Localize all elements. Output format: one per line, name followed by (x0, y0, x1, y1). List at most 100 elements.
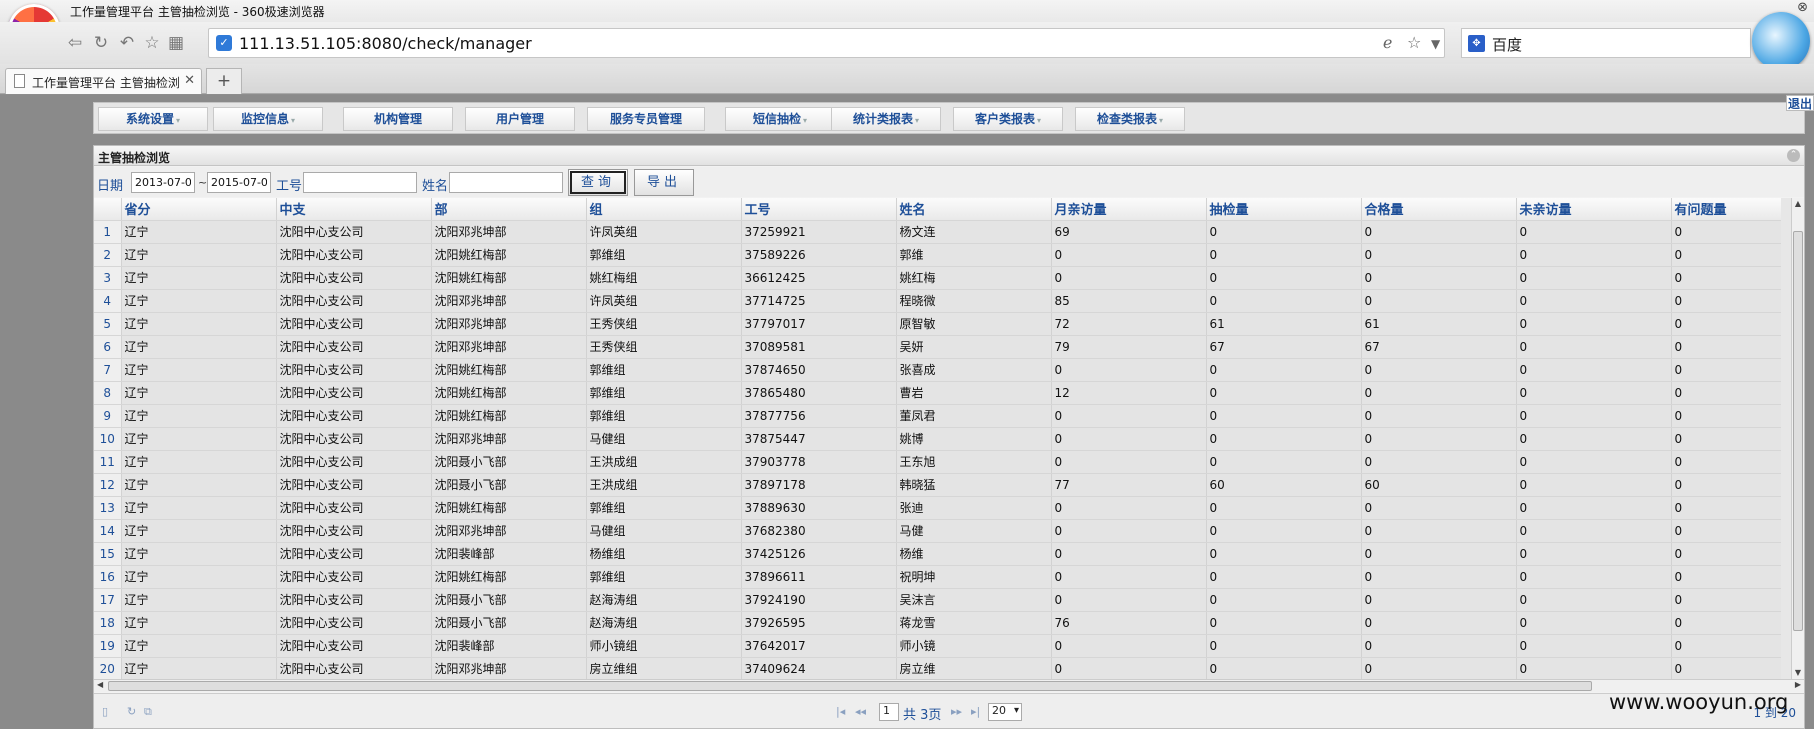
bird-icon[interactable] (1752, 12, 1810, 70)
date-from-input[interactable] (131, 172, 195, 193)
menu-sms-check[interactable]: 短信抽检 ▾ (725, 107, 835, 131)
scroll-left-icon[interactable]: ◀ (97, 680, 103, 689)
close-icon[interactable]: ⊗ (1797, 0, 1808, 15)
column-header[interactable]: 组 (586, 198, 742, 221)
table-row[interactable]: 6 辽宁 沈阳中心支公司 沈阳邓兆坤部 王秀侠组 37089581 吴妍 79 67 67 0 0 (94, 335, 1781, 359)
undo-icon[interactable]: ↶ (116, 32, 138, 54)
table-row[interactable]: 17 辽宁 沈阳中心支公司 沈阳聂小飞部 赵海涛组 37924190 吴沫言 0 0 0 0 0 (94, 588, 1781, 612)
page-icon[interactable]: ▯ (102, 705, 108, 718)
menu-service-staff[interactable]: 服务专员管理 (587, 107, 705, 131)
table-row[interactable]: 5 辽宁 沈阳中心支公司 沈阳邓兆坤部 王秀侠组 37797017 原智敏 72 61 61 0 0 (94, 312, 1781, 336)
table-cell: 沈阳中心支公司 (276, 220, 432, 244)
hscroll-thumb[interactable] (108, 681, 1592, 691)
export-button[interactable]: 导出 (634, 169, 694, 196)
chevron-down-icon[interactable]: ▼ (1431, 37, 1440, 51)
copy-icon[interactable]: ⧉ (144, 705, 152, 719)
table-row[interactable]: 16 辽宁 沈阳中心支公司 沈阳姚红梅部 郭维组 37896611 祝明坤 0 0 0 0 0 (94, 565, 1781, 589)
column-header[interactable]: 中支 (276, 198, 432, 221)
prev-page-icon[interactable]: ◂◂ (855, 705, 866, 718)
menu-org-management[interactable]: 机构管理 (343, 107, 453, 131)
menu-monitor-info[interactable]: 监控信息 ▾ (213, 107, 323, 131)
ie-mode-icon[interactable]: ℯ (1383, 33, 1392, 52)
table-row[interactable]: 15 辽宁 沈阳中心支公司 沈阳裴峰部 杨维组 37425126 杨维 0 0 0 0 0 (94, 542, 1781, 566)
table-row[interactable]: 7 辽宁 沈阳中心支公司 沈阳姚红梅部 郭维组 37874650 张喜成 0 0 0 0 0 (94, 358, 1781, 382)
table-row[interactable]: 20 辽宁 沈阳中心支公司 沈阳邓兆坤部 房立维组 37409624 房立维 0 0 0 0 0 (94, 657, 1781, 679)
table-row[interactable]: 2 辽宁 沈阳中心支公司 沈阳姚红梅部 郭维组 37589226 郭维 0 0 0 0 0 (94, 243, 1781, 267)
column-header[interactable]: 月亲访量 (1051, 198, 1207, 221)
table-row[interactable]: 8 辽宁 沈阳中心支公司 沈阳姚红梅部 郭维组 37865480 曹岩 12 0 0 0 0 (94, 381, 1781, 405)
search-box[interactable]: ✥ 百度 (1461, 28, 1751, 58)
table-row[interactable]: 11 辽宁 沈阳中心支公司 沈阳聂小飞部 王洪成组 37903778 王东旭 0 0 0 0 0 (94, 450, 1781, 474)
scroll-up-icon[interactable]: ▲ (1792, 198, 1804, 210)
chevron-down-icon: ▾ (803, 116, 808, 125)
table-cell: 许凤英组 (586, 289, 742, 313)
table-row[interactable]: 1 辽宁 沈阳中心支公司 沈阳邓兆坤部 许凤英组 37259921 杨文连 69 0 0 0 0 (94, 220, 1781, 244)
table-row[interactable]: 13 辽宁 沈阳中心支公司 沈阳姚红梅部 郭维组 37889630 张迪 0 0 0 0 0 (94, 496, 1781, 520)
table-row[interactable]: 3 辽宁 沈阳中心支公司 沈阳姚红梅部 姚红梅组 36612425 姚红梅 0 0 0 0 0 (94, 266, 1781, 290)
column-header[interactable]: 有问题量 (1671, 198, 1781, 221)
table-row[interactable]: 12 辽宁 沈阳中心支公司 沈阳聂小飞部 王洪成组 37897178 韩晓猛 77 60 60 0 0 (94, 473, 1781, 497)
url-text[interactable]: 111.13.51.105:8080/check/manager (239, 34, 532, 53)
address-bar[interactable]: ✓ 111.13.51.105:8080/check/manager ℯ ☆ ▼ (208, 28, 1445, 58)
row-number: 8 (94, 381, 122, 405)
column-header[interactable]: 抽检量 (1206, 198, 1362, 221)
tab-current[interactable]: 工作量管理平台 主管抽检浏 ✕ (5, 68, 202, 94)
table-cell: 马健组 (586, 427, 742, 451)
page-size-select[interactable]: 20 (988, 703, 1022, 721)
scroll-right-icon[interactable]: ▶ (1795, 680, 1801, 689)
bookmark-star-icon[interactable]: ☆ (1407, 33, 1421, 52)
menu-system-settings[interactable]: 系统设置 ▾ (98, 107, 208, 131)
row-number-header[interactable] (94, 198, 122, 221)
back-icon[interactable]: ⇦ (64, 32, 86, 54)
table-cell: 0 (1361, 611, 1517, 635)
query-button[interactable]: 查询 (568, 169, 628, 196)
table-cell: 辽宁 (121, 588, 277, 612)
last-page-icon[interactable]: ▸| (971, 705, 980, 718)
emp-id-input[interactable] (303, 172, 417, 193)
column-header[interactable]: 工号 (741, 198, 897, 221)
collapse-icon[interactable]: ⌃ (1787, 149, 1800, 162)
menu-stat-reports[interactable]: 统计类报表 ▾ (831, 107, 941, 131)
refresh-icon[interactable]: ↻ (90, 32, 112, 54)
table-cell: 辽宁 (121, 519, 277, 543)
column-header[interactable]: 未亲访量 (1516, 198, 1672, 221)
table-cell: 0 (1516, 243, 1672, 267)
column-header[interactable]: 姓名 (896, 198, 1052, 221)
refresh-icon[interactable]: ↻ (127, 705, 136, 718)
table-cell: 房立维组 (586, 657, 742, 679)
menu-check-reports[interactable]: 检查类报表 ▾ (1075, 107, 1185, 131)
next-page-icon[interactable]: ▸▸ (951, 705, 962, 718)
table-row[interactable]: 10 辽宁 沈阳中心支公司 沈阳邓兆坤部 马健组 37875447 姚博 0 0 0 0 0 (94, 427, 1781, 451)
page-number-input[interactable]: 1 (879, 703, 899, 721)
logout-link[interactable]: 退出 (1786, 95, 1814, 111)
scroll-down-icon[interactable]: ▼ (1792, 667, 1804, 679)
star-icon[interactable]: ☆ (141, 32, 163, 54)
table-row[interactable]: 14 辽宁 沈阳中心支公司 沈阳邓兆坤部 马健组 37682380 马健 0 0 0 0 0 (94, 519, 1781, 543)
first-page-icon[interactable]: |◂ (836, 705, 845, 718)
menu-user-management[interactable]: 用户管理 (465, 107, 575, 131)
table-cell: 0 (1206, 611, 1362, 635)
new-tab-button[interactable]: + (206, 68, 242, 94)
window-titlebar: 工作量管理平台 主管抽检浏览 - 360极速浏览器 ⊗ (0, 0, 1814, 22)
row-number: 7 (94, 358, 122, 382)
tab-close-icon[interactable]: ✕ (184, 73, 195, 88)
column-header[interactable]: 部 (431, 198, 587, 221)
scroll-thumb[interactable] (1793, 231, 1803, 631)
menu-customer-reports[interactable]: 客户类报表 ▾ (953, 107, 1063, 131)
table-cell: 67 (1361, 335, 1517, 359)
column-header[interactable]: 省分 (121, 198, 277, 221)
table-row[interactable]: 4 辽宁 沈阳中心支公司 沈阳邓兆坤部 许凤英组 37714725 程晓微 85 0 0 0 0 (94, 289, 1781, 313)
date-to-input[interactable] (207, 172, 271, 193)
table-row[interactable]: 18 辽宁 沈阳中心支公司 沈阳聂小飞部 赵海涛组 37926595 蒋龙雪 76 0 0 0 0 (94, 611, 1781, 635)
app-page: 系统设置 ▾ 监控信息 ▾ 机构管理 用户管理 服务专员管理 短信抽检 ▾ 统计类报表… (0, 95, 1814, 729)
column-header[interactable]: 合格量 (1361, 198, 1517, 221)
table-cell: 0 (1206, 634, 1362, 658)
apps-icon[interactable]: ▦ (165, 32, 187, 54)
table-cell: 85 (1051, 289, 1207, 313)
vertical-scrollbar[interactable]: ▲ ▼ (1791, 198, 1804, 679)
name-input[interactable] (449, 172, 563, 193)
horizontal-scrollbar[interactable]: ◀ ▶ (94, 679, 1804, 692)
table-row[interactable]: 19 辽宁 沈阳中心支公司 沈阳裴峰部 师小镜组 37642017 师小镜 0 0 0 0 0 (94, 634, 1781, 658)
table-row[interactable]: 9 辽宁 沈阳中心支公司 沈阳姚红梅部 郭维组 37877756 董凤君 0 0 0 0 0 (94, 404, 1781, 428)
table-cell: 沈阳中心支公司 (276, 519, 432, 543)
